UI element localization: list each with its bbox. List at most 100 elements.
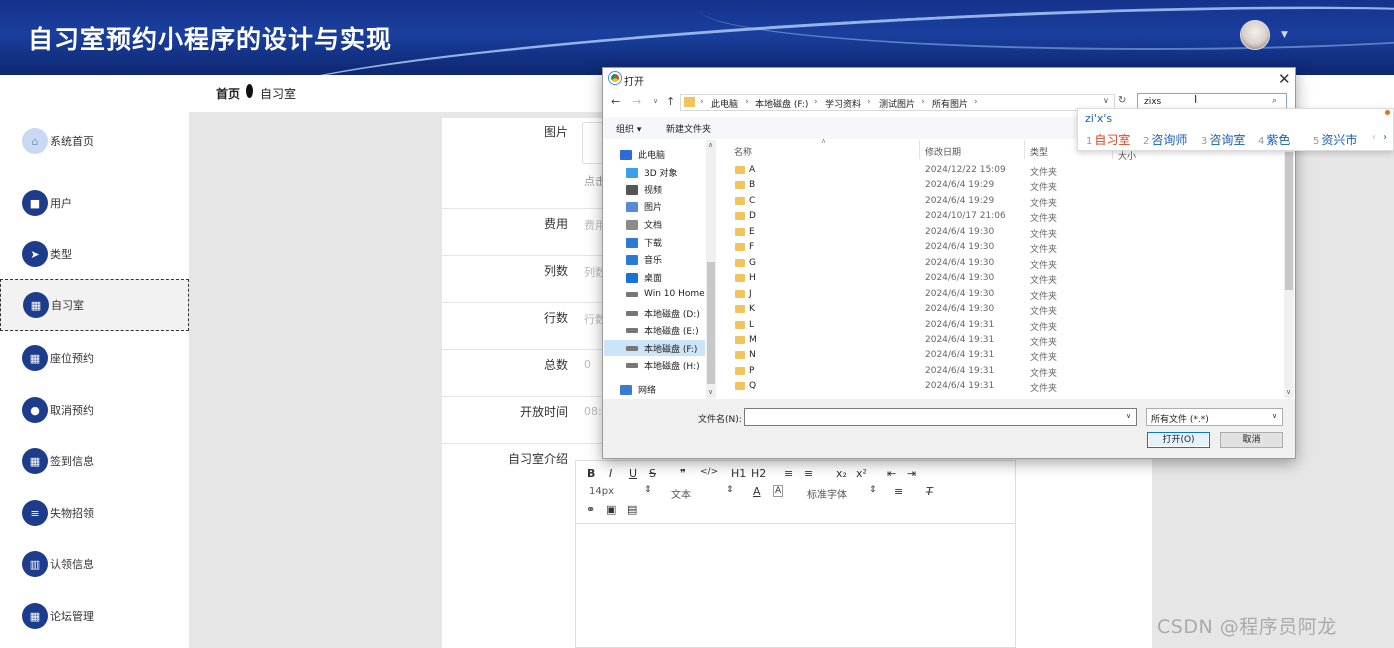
nav-item-downloads[interactable]: 下载 bbox=[626, 236, 662, 249]
recent-locations-icon[interactable]: ∨ bbox=[653, 97, 658, 105]
nav-item-this-pc[interactable]: 此电脑 bbox=[620, 148, 665, 161]
strike-button[interactable]: S bbox=[649, 467, 656, 480]
path-segment[interactable]: 此电脑 bbox=[711, 97, 738, 110]
file-row[interactable]: B 2024/6/4 19:29 文件夹 bbox=[733, 179, 1283, 194]
sidebar-item-lost-found[interactable]: ≡ 失物招领 bbox=[0, 487, 189, 539]
ime-prev-icon[interactable]: ‹ bbox=[1372, 132, 1376, 143]
filetype-select[interactable]: 所有文件 (*.*) bbox=[1146, 408, 1283, 426]
file-row[interactable]: A 2024/12/22 15:09 文件夹 bbox=[733, 164, 1283, 179]
nav-scrollbar-thumb[interactable] bbox=[707, 262, 715, 384]
nav-item-drive-h[interactable]: 本地磁盘 (H:) bbox=[626, 359, 700, 372]
nav-item-desktop[interactable]: 桌面 bbox=[626, 271, 662, 284]
sidebar-item-seat-booking[interactable]: ▦ 座位预约 bbox=[0, 332, 189, 384]
clear-format-icon[interactable]: T̶ bbox=[926, 485, 933, 498]
ime-candidate[interactable]: 5 资兴市 bbox=[1313, 131, 1357, 148]
file-list-scrollbar-thumb[interactable] bbox=[1285, 152, 1293, 290]
new-folder-button[interactable]: 新建文件夹 bbox=[666, 122, 711, 135]
chevron-down-icon[interactable]: ∨ bbox=[1272, 412, 1277, 420]
subscript-button[interactable]: x₂ bbox=[836, 467, 847, 480]
link-icon[interactable]: ⚭ bbox=[586, 503, 595, 516]
font-color-icon[interactable]: A bbox=[753, 485, 761, 498]
cancel-button[interactable]: 取消 bbox=[1220, 432, 1283, 448]
file-row[interactable]: J 2024/6/4 19:30 文件夹 bbox=[733, 288, 1283, 303]
code-button[interactable]: </> bbox=[700, 467, 718, 477]
filename-input[interactable] bbox=[744, 408, 1137, 426]
bullet-list-button[interactable]: ≡ bbox=[804, 467, 813, 480]
nav-item-pictures[interactable]: 图片 bbox=[626, 200, 662, 213]
outdent-button[interactable]: ⇤ bbox=[887, 467, 896, 480]
file-row[interactable]: E 2024/6/4 19:30 文件夹 bbox=[733, 226, 1283, 241]
image-icon[interactable]: ▣ bbox=[606, 503, 616, 516]
nav-item-music[interactable]: 音乐 bbox=[626, 253, 662, 266]
sidebar-item-forum[interactable]: ▦ 论坛管理 bbox=[0, 590, 189, 642]
path-segment[interactable]: 所有图片 bbox=[932, 97, 968, 110]
file-row[interactable]: G 2024/6/4 19:30 文件夹 bbox=[733, 257, 1283, 272]
user-avatar[interactable] bbox=[1240, 20, 1270, 50]
nav-item-drive-e[interactable]: 本地磁盘 (E:) bbox=[626, 324, 699, 337]
organize-menu[interactable]: 组织 ▾ bbox=[616, 122, 641, 135]
chevron-down-icon[interactable]: ∨ bbox=[1126, 412, 1131, 420]
path-segment[interactable]: 测试图片 bbox=[879, 97, 915, 110]
file-row[interactable]: P 2024/6/4 19:31 文件夹 bbox=[733, 365, 1283, 380]
align-icon[interactable]: ≡ bbox=[894, 485, 903, 498]
ordered-list-button[interactable]: ≡ bbox=[784, 467, 793, 480]
heading1-button[interactable]: H1 bbox=[731, 467, 746, 480]
column-header-name[interactable]: 名称 bbox=[734, 145, 752, 158]
file-row[interactable]: M 2024/6/4 19:31 文件夹 bbox=[733, 334, 1283, 349]
ime-candidate[interactable]: 3 咨询室 bbox=[1201, 131, 1245, 148]
superscript-button[interactable]: x² bbox=[856, 467, 867, 480]
total-input[interactable]: 0 bbox=[584, 358, 591, 371]
file-row[interactable]: H 2024/6/4 19:30 文件夹 bbox=[733, 272, 1283, 287]
background-color-icon[interactable]: A bbox=[773, 485, 784, 497]
sidebar-item-checkin[interactable]: ▦ 签到信息 bbox=[0, 435, 189, 487]
nav-item-win10[interactable]: Win 10 Home x bbox=[626, 289, 713, 299]
indent-button[interactable]: ⇥ bbox=[907, 467, 916, 480]
sidebar-item-cancel-booking[interactable]: ● 取消预约 bbox=[0, 384, 189, 436]
underline-button[interactable]: U bbox=[629, 467, 637, 480]
ime-candidate[interactable]: 1 自习室 bbox=[1086, 131, 1130, 148]
nav-item-drive-f[interactable]: 本地磁盘 (F:) bbox=[626, 342, 697, 355]
italic-button[interactable]: I bbox=[609, 467, 612, 480]
nav-item-drive-d[interactable]: 本地磁盘 (D:) bbox=[626, 307, 700, 320]
breadcrumb-home[interactable]: 首页 bbox=[216, 85, 240, 102]
sidebar-item-claims[interactable]: ▥ 认领信息 bbox=[0, 538, 189, 590]
path-segment[interactable]: 本地磁盘 (F:) bbox=[755, 97, 808, 110]
bold-button[interactable]: B bbox=[587, 467, 595, 480]
font-size-select[interactable]: 14px bbox=[589, 486, 614, 497]
quote-button[interactable]: ❞ bbox=[680, 467, 686, 480]
file-row[interactable]: K 2024/6/4 19:30 文件夹 bbox=[733, 303, 1283, 318]
video-icon[interactable]: ▤ bbox=[627, 503, 637, 516]
file-row[interactable]: L 2024/6/4 19:31 文件夹 bbox=[733, 319, 1283, 334]
nav-item-network[interactable]: 网络 bbox=[620, 383, 656, 396]
font-family-select[interactable]: 标准字体 bbox=[807, 486, 847, 501]
nav-item-documents[interactable]: 文档 bbox=[626, 218, 662, 231]
close-icon[interactable]: ✕ bbox=[1278, 70, 1291, 88]
forward-arrow-icon[interactable]: → bbox=[632, 95, 641, 108]
file-row[interactable]: F 2024/6/4 19:30 文件夹 bbox=[733, 241, 1283, 256]
refresh-icon[interactable]: ↻ bbox=[1118, 95, 1126, 106]
sidebar-item-home[interactable]: ⌂ 系统首页 bbox=[0, 115, 189, 167]
open-button[interactable]: 打开(O) bbox=[1147, 432, 1210, 448]
file-row[interactable]: N 2024/6/4 19:31 文件夹 bbox=[733, 349, 1283, 364]
rich-text-editor[interactable] bbox=[575, 460, 1016, 648]
scroll-down-icon[interactable]: ∨ bbox=[1286, 388, 1291, 396]
up-arrow-icon[interactable]: ↑ bbox=[666, 95, 675, 108]
scroll-down-icon[interactable]: ∨ bbox=[708, 388, 713, 396]
path-segment[interactable]: 学习资料 bbox=[825, 97, 861, 110]
ime-candidate[interactable]: 4 紫色 bbox=[1258, 131, 1290, 148]
sidebar-item-types[interactable]: ➤ 类型 bbox=[0, 228, 189, 280]
search-icon[interactable]: ⌕ bbox=[1272, 96, 1277, 106]
scroll-up-icon[interactable]: ∧ bbox=[708, 141, 713, 149]
ime-next-icon[interactable]: › bbox=[1383, 132, 1387, 143]
back-arrow-icon[interactable]: ← bbox=[611, 95, 620, 108]
nav-item-videos[interactable]: 视频 bbox=[626, 183, 662, 196]
file-row[interactable]: C 2024/6/4 19:29 文件夹 bbox=[733, 195, 1283, 210]
ime-candidate[interactable]: 2 咨询师 bbox=[1143, 131, 1187, 148]
file-row[interactable]: Q 2024/6/4 19:31 文件夹 bbox=[733, 380, 1283, 395]
column-header-date[interactable]: 修改日期 bbox=[925, 145, 961, 158]
address-dropdown-icon[interactable]: ∨ bbox=[1103, 96, 1109, 105]
sidebar-item-users[interactable]: ■ 用户 bbox=[0, 177, 189, 229]
heading2-button[interactable]: H2 bbox=[751, 467, 766, 480]
nav-item-3d[interactable]: 3D 对象 bbox=[626, 166, 678, 179]
format-select[interactable]: 文本 bbox=[671, 486, 691, 501]
